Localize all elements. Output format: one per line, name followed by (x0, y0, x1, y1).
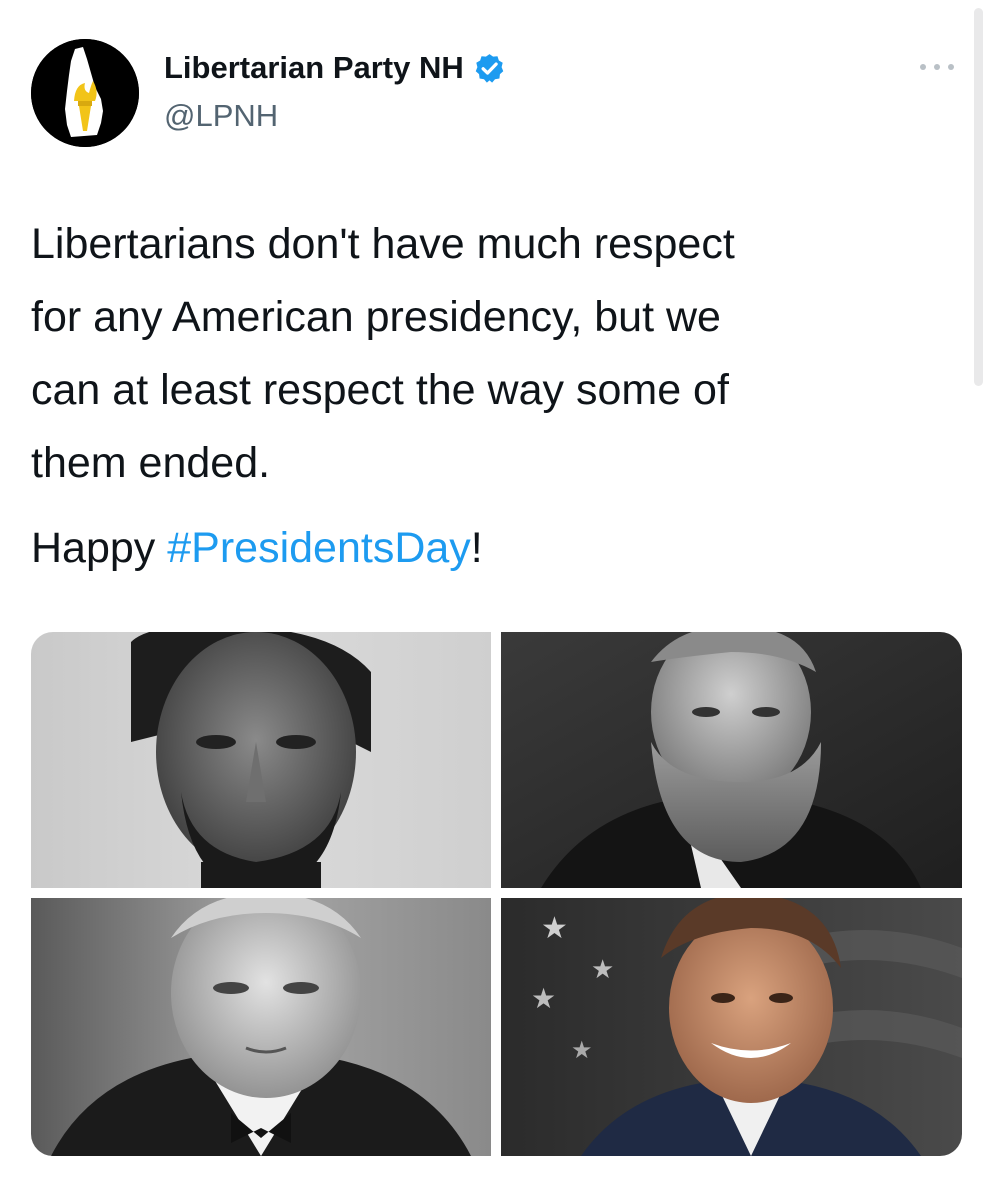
greeting-suffix: ! (470, 524, 483, 572)
svg-text:★: ★ (571, 1036, 593, 1064)
hashtag-link[interactable]: #PresidentsDay (167, 524, 471, 572)
portrait-photo[interactable] (31, 632, 491, 888)
tweet-text-line: can at least respect the way some of (31, 366, 729, 414)
scrollbar[interactable] (974, 8, 983, 386)
lpnh-torch-logo-icon (31, 39, 139, 147)
tweet-text-line: for any American presidency, but we (31, 293, 721, 341)
avatar[interactable] (31, 39, 139, 147)
handle[interactable]: @LPNH (164, 96, 278, 136)
tweet-text: Libertarians don't have much respect for… (31, 208, 931, 500)
svg-text:★: ★ (531, 982, 556, 1015)
portrait-photo[interactable] (501, 632, 962, 888)
media-grid: ★ ★ ★ ★ (31, 632, 962, 1156)
portrait-photo[interactable] (31, 898, 491, 1156)
svg-text:★: ★ (591, 955, 614, 985)
verified-badge-icon (473, 52, 506, 85)
greeting-prefix: Happy (31, 524, 168, 572)
svg-text:★: ★ (541, 911, 568, 946)
tweet-text-line: them ended. (31, 439, 271, 487)
portrait-photo[interactable]: ★ ★ ★ ★ (501, 898, 962, 1156)
tweet-text-line: Libertarians don't have much respect (31, 220, 735, 268)
tweet-greeting: Happy #PresidentsDay! (31, 512, 483, 585)
more-options-icon[interactable] (912, 52, 962, 82)
display-name-text: Libertarian Party NH (164, 50, 464, 85)
display-name[interactable]: Libertarian Party NH (164, 48, 506, 88)
